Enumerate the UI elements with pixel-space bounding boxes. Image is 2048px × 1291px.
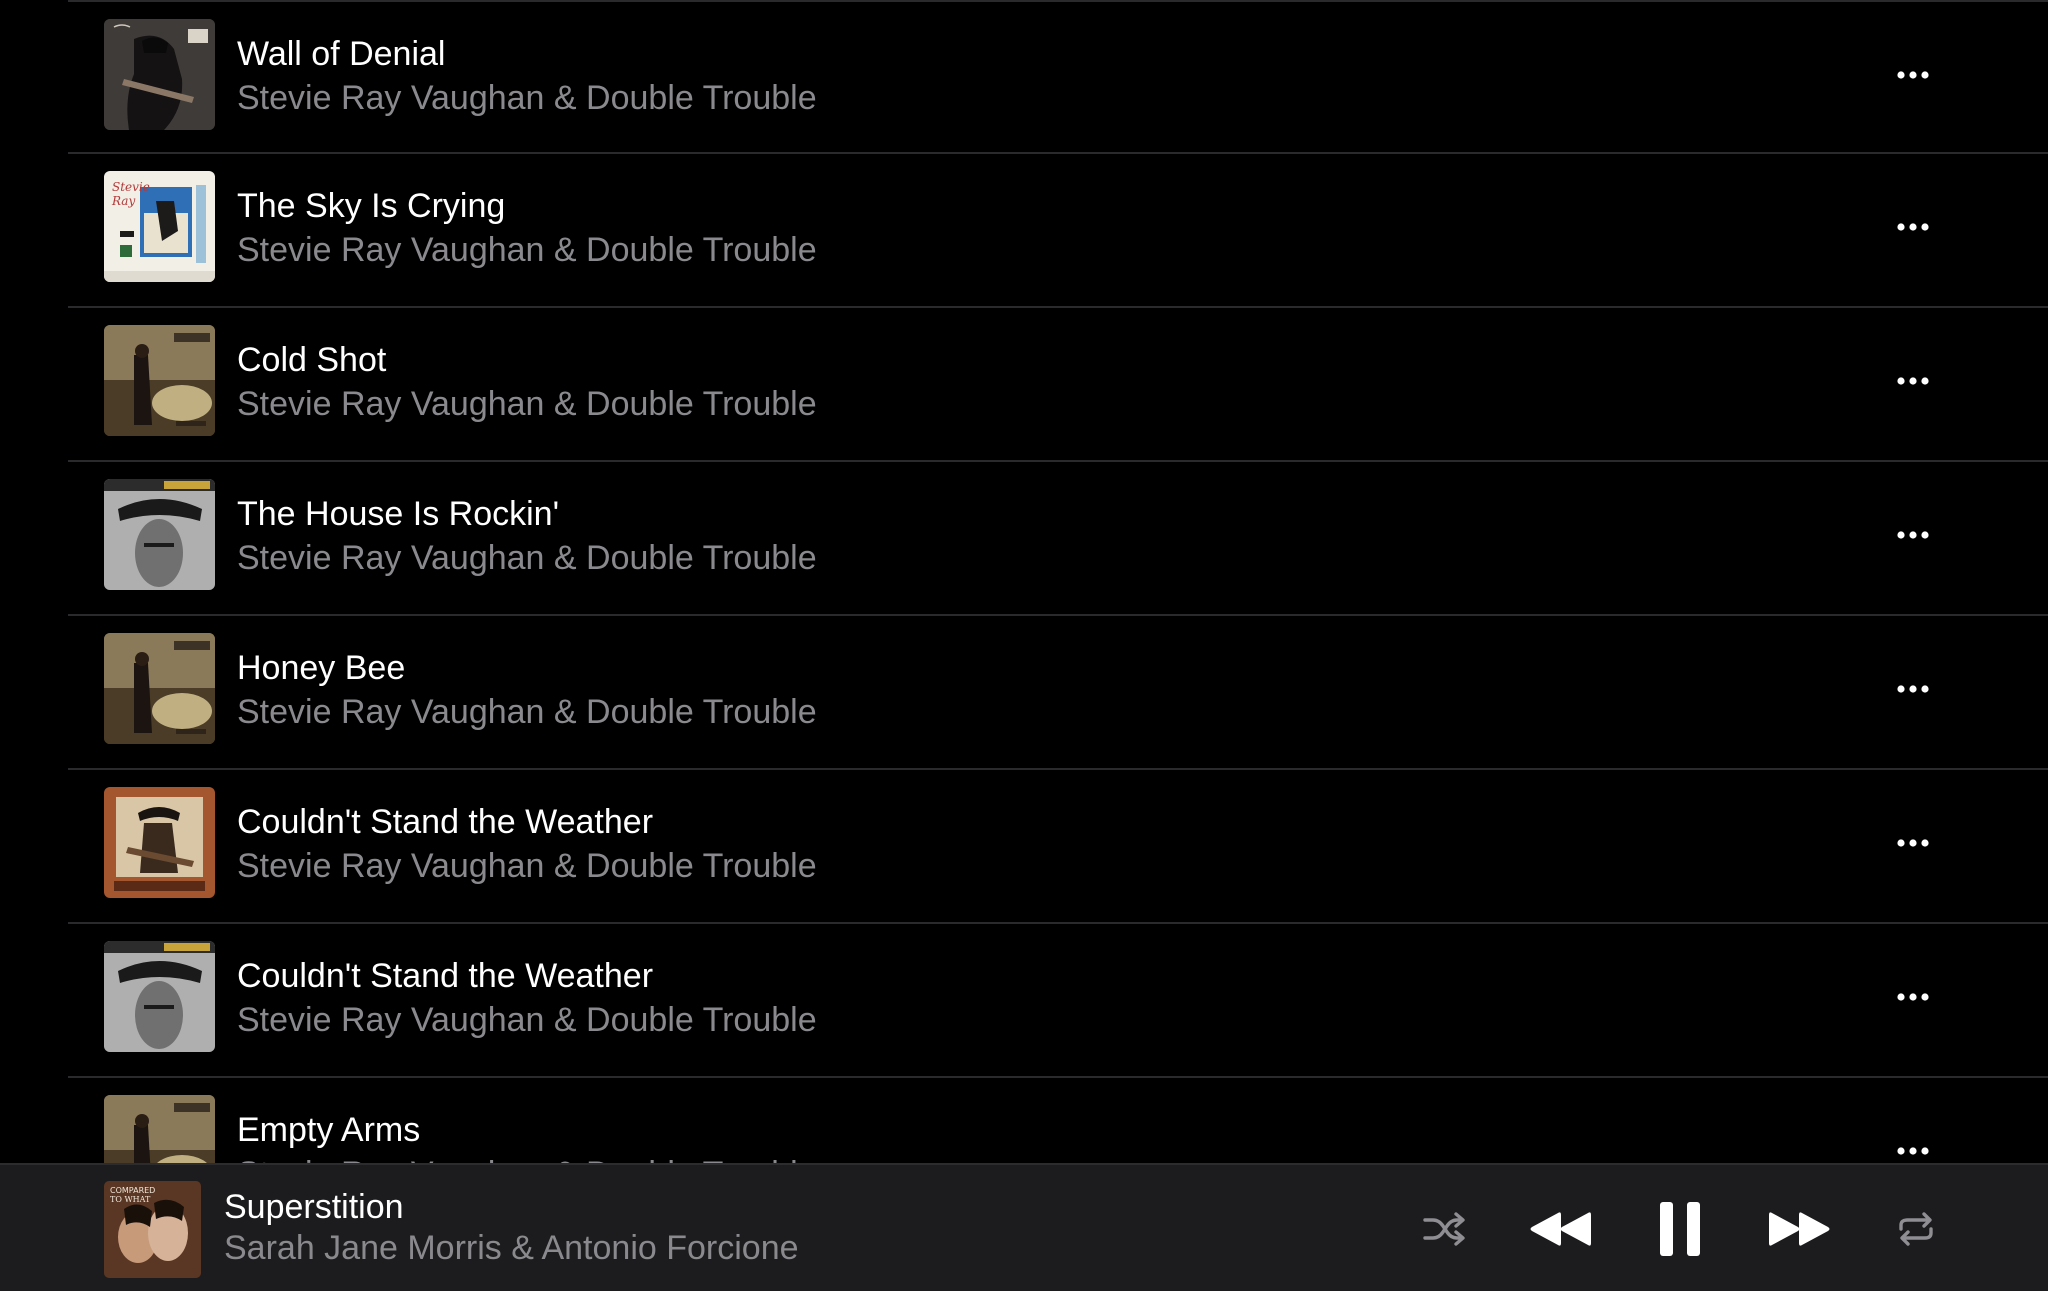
ellipsis-icon [1897,531,1929,539]
row-divider [68,922,2048,924]
list-item[interactable]: The House Is Rockin' Stevie Ray Vaughan … [0,460,2048,614]
now-playing-title[interactable]: Superstition [224,1185,404,1229]
music-app: Wall of Denial Stevie Ray Vaughan & Doub… [0,0,2048,1291]
backward-icon [1530,1212,1591,1246]
shuffle-button[interactable] [1418,1189,1470,1269]
album-artwork [104,479,215,590]
more-options-button[interactable] [1880,204,1946,250]
ellipsis-icon [1897,71,1929,79]
list-item[interactable]: Honey Bee Stevie Ray Vaughan & Double Tr… [0,614,2048,768]
track-artist: Stevie Ray Vaughan & Double Trouble [237,1152,817,1163]
shuffle-icon [1423,1212,1465,1246]
next-button[interactable] [1762,1189,1838,1269]
list-item[interactable]: Couldn't Stand the Weather Stevie Ray Va… [0,922,2048,1076]
svg-text:TO WHAT: TO WHAT [110,1195,151,1204]
ellipsis-icon [1897,685,1929,693]
track-artist: Stevie Ray Vaughan & Double Trouble [237,539,817,577]
track-title: Couldn't Stand the Weather [237,803,654,841]
mini-player[interactable]: COMPARED TO WHAT Superstition Sarah Jane… [0,1163,2048,1291]
album-artwork [104,19,215,130]
list-item[interactable]: Empty Arms Stevie Ray Vaughan & Double T… [0,1076,2048,1163]
list-item[interactable]: Couldn't Stand the Weather Stevie Ray Va… [0,768,2048,922]
row-divider [68,306,2048,308]
pause-button[interactable] [1650,1189,1710,1269]
row-divider [68,614,2048,616]
svg-text:Ray: Ray [111,194,135,208]
now-playing-artwork[interactable]: COMPARED TO WHAT [104,1181,201,1278]
album-artwork [104,1095,215,1163]
track-artist: Stevie Ray Vaughan & Double Trouble [237,385,817,423]
more-options-button[interactable] [1880,1128,1946,1163]
track-title: Couldn't Stand the Weather [237,957,654,995]
row-divider [68,0,2048,2]
forward-icon [1769,1212,1830,1246]
repeat-button[interactable] [1890,1189,1942,1269]
svg-text:COMPARED: COMPARED [110,1186,155,1195]
more-options-button[interactable] [1880,820,1946,866]
ellipsis-icon [1897,377,1929,385]
row-divider [68,768,2048,770]
track-title: The Sky Is Crying [237,187,506,225]
svg-text:Stevie: Stevie [112,180,150,194]
more-options-button[interactable] [1880,512,1946,558]
track-artist: Stevie Ray Vaughan & Double Trouble [237,1001,817,1039]
more-options-button[interactable] [1880,974,1946,1020]
ellipsis-icon [1897,993,1929,1001]
row-divider [68,460,2048,462]
pause-icon [1660,1202,1700,1256]
ellipsis-icon [1897,223,1929,231]
now-playing-artist: Sarah Jane Morris & Antonio Forcione [224,1229,799,1267]
row-divider [68,1076,2048,1078]
album-artwork: Stevie Ray [104,171,215,282]
album-artwork [104,633,215,744]
track-title: Cold Shot [237,341,387,379]
ellipsis-icon [1897,839,1929,847]
track-title: Honey Bee [237,649,406,687]
list-item[interactable]: Stevie Ray The Sky Is Crying Stevie Ray … [0,152,2048,306]
track-title: Empty Arms [237,1111,421,1149]
list-item[interactable]: Wall of Denial Stevie Ray Vaughan & Doub… [0,0,2048,154]
album-artwork [104,325,215,436]
track-list: Wall of Denial Stevie Ray Vaughan & Doub… [0,0,2048,1163]
track-artist: Stevie Ray Vaughan & Double Trouble [237,79,817,117]
album-artwork [104,787,215,898]
track-artist: Stevie Ray Vaughan & Double Trouble [237,693,817,731]
more-options-button[interactable] [1880,666,1946,712]
track-title: The House Is Rockin' [237,495,560,533]
track-artist: Stevie Ray Vaughan & Double Trouble [237,847,817,885]
album-artwork [104,941,215,1052]
repeat-icon [1899,1212,1933,1246]
row-divider [68,152,2048,154]
track-title: Wall of Denial [237,35,446,73]
ellipsis-icon [1897,1147,1929,1155]
track-artist: Stevie Ray Vaughan & Double Trouble [237,231,817,269]
more-options-button[interactable] [1880,52,1946,98]
more-options-button[interactable] [1880,358,1946,404]
previous-button[interactable] [1522,1189,1598,1269]
list-item[interactable]: Cold Shot Stevie Ray Vaughan & Double Tr… [0,306,2048,460]
